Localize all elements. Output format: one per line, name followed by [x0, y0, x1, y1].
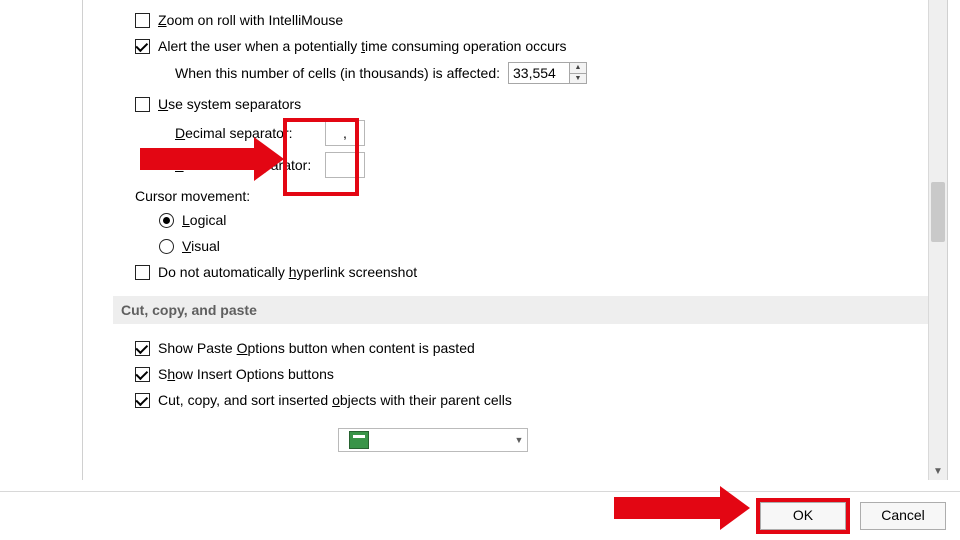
label-alert-time: Alert the user when a potentially time c… — [158, 36, 567, 56]
label-decimal-separator: Decimal separator: — [175, 123, 325, 143]
checkbox-no-auto-hyperlink[interactable] — [135, 265, 150, 280]
row-partial-image-size: Image Size and Quality Book1 ▼ — [113, 428, 929, 452]
input-cells-affected[interactable] — [508, 62, 569, 84]
scroll-up-icon[interactable] — [929, 0, 947, 16]
radio-cursor-logical[interactable] — [159, 213, 174, 228]
dialog-button-bar: OK Cancel — [0, 491, 960, 540]
row-show-paste-options: Show Paste Options button when content i… — [135, 338, 929, 358]
checkbox-cut-copy-sort-objects[interactable] — [135, 393, 150, 408]
radio-cursor-visual[interactable] — [159, 239, 174, 254]
row-thousands-separator: Thousands separator: — [175, 152, 929, 178]
input-thousands-separator[interactable] — [325, 152, 365, 178]
ok-button[interactable]: OK — [760, 502, 846, 530]
row-cursor-logical: Logical — [159, 210, 929, 230]
annotation-highlight-ok: OK — [756, 498, 850, 534]
label-show-insert-options: Show Insert Options buttons — [158, 364, 334, 384]
label-cursor-logical: Logical — [182, 210, 226, 230]
row-decimal-separator: Decimal separator: — [175, 120, 929, 146]
options-panel: Zoom on roll with IntelliMouse Alert the… — [82, 0, 948, 480]
checkbox-show-paste-options[interactable] — [135, 341, 150, 356]
row-cells-affected: When this number of cells (in thousands)… — [175, 62, 929, 84]
label-cells-affected: When this number of cells (in thousands)… — [175, 63, 500, 83]
checkbox-show-insert-options[interactable] — [135, 367, 150, 382]
row-cut-copy-sort-objects: Cut, copy, and sort inserted objects wit… — [135, 390, 929, 410]
label-cursor-visual: Visual — [182, 236, 220, 256]
label-use-system-separators: Use system separators — [158, 94, 301, 114]
label-no-auto-hyperlink: Do not automatically hyperlink screensho… — [158, 262, 417, 282]
input-decimal-separator[interactable] — [325, 120, 365, 146]
section-cut-copy-paste: Cut, copy, and paste — [113, 296, 929, 324]
row-alert-time: Alert the user when a potentially time c… — [135, 36, 929, 56]
checkbox-use-system-separators[interactable] — [135, 97, 150, 112]
spinner-cells-affected: ▲ ▼ — [508, 62, 587, 84]
scroll-thumb[interactable] — [931, 182, 945, 242]
row-use-system-separators: Use system separators — [135, 94, 929, 114]
spin-up-icon[interactable]: ▲ — [570, 63, 586, 73]
label-zoom-on-roll: Zoom on roll with IntelliMouse — [158, 10, 343, 30]
combo-workbook[interactable]: Book1 ▼ — [338, 428, 529, 452]
label-cursor-movement: Cursor movement: — [135, 188, 929, 204]
vertical-scrollbar[interactable]: ▼ — [928, 0, 947, 480]
chevron-down-icon: ▼ — [514, 435, 523, 445]
spin-down-icon[interactable]: ▼ — [570, 73, 586, 84]
row-no-auto-hyperlink: Do not automatically hyperlink screensho… — [135, 262, 929, 282]
label-thousands-separator: Thousands separator: — [175, 155, 325, 175]
row-show-insert-options: Show Insert Options buttons — [135, 364, 929, 384]
label-cut-copy-sort-objects: Cut, copy, and sort inserted objects wit… — [158, 390, 512, 410]
row-zoom-on-roll: Zoom on roll with IntelliMouse — [135, 10, 929, 30]
checkbox-alert-time[interactable] — [135, 39, 150, 54]
checkbox-zoom-on-roll[interactable] — [135, 13, 150, 28]
book-icon — [349, 431, 369, 449]
row-cursor-visual: Visual — [159, 236, 929, 256]
scroll-down-icon[interactable]: ▼ — [929, 464, 947, 480]
cancel-button[interactable]: Cancel — [860, 502, 946, 530]
label-show-paste-options: Show Paste Options button when content i… — [158, 338, 475, 358]
